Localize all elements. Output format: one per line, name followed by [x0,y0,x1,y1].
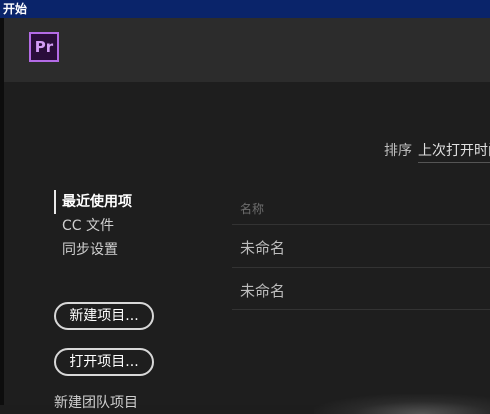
nav-item-recent[interactable]: 最近使用项 [54,190,132,214]
new-team-project-link[interactable]: 新建团队项目 [54,392,138,412]
sidebar-nav: 最近使用项 CC 文件 同步设置 [54,190,132,262]
sort-dropdown-underline [418,162,490,163]
app-header: Pr [4,18,490,82]
nav-item-cc-files[interactable]: CC 文件 [54,214,132,238]
premiere-pro-logo-icon: Pr [29,32,59,62]
new-project-button[interactable]: 新建项目... [54,302,154,330]
open-project-button[interactable]: 打开项目... [54,348,154,376]
nav-item-sync-settings[interactable]: 同步设置 [54,238,132,262]
start-window: 开始 Pr 排序 上次打开时间 最近使用项 CC 文件 同步设置 新建项目...… [0,0,490,414]
column-header-name: 名称 [240,202,265,216]
sort-dropdown[interactable]: 上次打开时间 [418,140,490,160]
window-title-bar: 开始 [0,0,490,18]
list-item[interactable]: 未命名 [232,224,490,267]
list-divider [232,309,490,310]
start-content: 排序 上次打开时间 最近使用项 CC 文件 同步设置 新建项目... 打开项目.… [4,82,490,414]
project-name: 未命名 [240,239,286,257]
sort-label: 排序 [384,143,412,159]
window-title: 开始 [3,2,28,16]
project-name: 未命名 [240,282,286,300]
list-item[interactable]: 未命名 [232,267,490,310]
decorative-splash-graphic [314,394,490,414]
